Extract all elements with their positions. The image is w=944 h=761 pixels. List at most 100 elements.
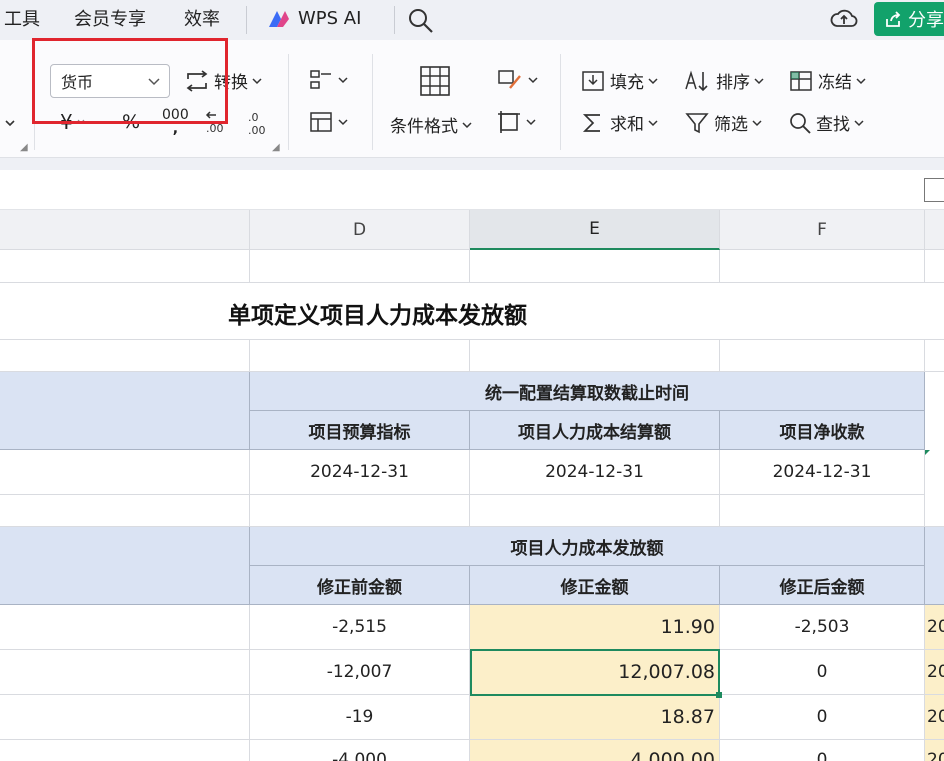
formula-expand-icon[interactable] <box>924 178 944 202</box>
ribbon-divider <box>288 54 289 150</box>
sum-button[interactable]: 求和 <box>580 110 658 135</box>
date-cell-settlement[interactable]: 2024-12-31 <box>470 450 720 495</box>
chevron-down-icon <box>462 121 472 128</box>
adjust-amount-cell[interactable]: 11.90 <box>470 605 720 650</box>
grid-cell[interactable] <box>0 495 250 527</box>
grid-cell[interactable] <box>0 650 250 695</box>
chevron-down-icon[interactable] <box>4 118 16 128</box>
header-payout-group[interactable]: 项目人力成本发放额 <box>250 527 925 566</box>
comma-glyph: , <box>172 121 179 137</box>
grid-cell[interactable] <box>470 250 720 283</box>
menu-divider <box>394 6 395 34</box>
grid-cell[interactable] <box>250 340 470 372</box>
search-icon <box>790 112 811 134</box>
after-amount-cell[interactable]: -2,503 <box>720 605 925 650</box>
wps-ai-button[interactable]: WPS AI <box>268 8 361 29</box>
date-cell-net-receipt[interactable]: 2024-12-31 <box>720 450 925 495</box>
fill-handle[interactable] <box>716 692 722 698</box>
grid-cell[interactable] <box>925 495 944 527</box>
chevron-down-icon <box>648 77 658 84</box>
header-budget[interactable]: 项目预算指标 <box>250 411 470 450</box>
menu-efficiency[interactable]: 效率 <box>184 8 220 32</box>
sigma-icon <box>582 113 600 132</box>
column-header-e[interactable]: E <box>470 210 720 250</box>
grid-cell[interactable] <box>925 340 944 372</box>
grid-cell[interactable] <box>720 340 925 372</box>
menu-bar: 工具 会员专享 效率 WPS AI 分享 <box>0 0 944 40</box>
sort-button[interactable]: 排序 <box>684 68 764 93</box>
table-style-button[interactable] <box>308 110 348 134</box>
svg-text:.0: .0 <box>248 111 259 124</box>
fill-label: 填充 <box>610 73 644 93</box>
search-icon[interactable] <box>408 8 434 34</box>
date-cell-budget[interactable]: 2024-12-31 <box>250 450 470 495</box>
grid-cell[interactable] <box>0 340 250 372</box>
grid-cell[interactable] <box>0 250 250 283</box>
before-amount-cell[interactable]: -2,515 <box>250 605 470 650</box>
share-icon <box>886 11 901 27</box>
header-cell-blank[interactable] <box>0 527 250 605</box>
cell-style-button[interactable] <box>308 68 348 92</box>
grid-cell[interactable] <box>925 250 944 283</box>
date-cell-partial[interactable]: 20 <box>925 695 944 740</box>
menu-tools[interactable]: 工具 <box>4 8 40 32</box>
column-header-c[interactable] <box>0 210 250 250</box>
table-style-icon <box>310 112 332 132</box>
menu-divider <box>246 6 247 34</box>
after-amount-cell[interactable]: 0 <box>720 740 925 761</box>
share-label: 分享 <box>908 10 944 31</box>
column-header-g[interactable] <box>925 210 944 250</box>
before-amount-cell[interactable]: -12,007 <box>250 650 470 695</box>
format-painter-button[interactable] <box>496 68 538 92</box>
adjust-amount-cell[interactable]: 4,000.00 <box>470 740 720 761</box>
freeze-button[interactable]: 冻结 <box>788 68 866 93</box>
share-button[interactable]: 分享 <box>874 2 944 36</box>
column-header-f[interactable]: F <box>720 210 925 250</box>
border-icon <box>498 111 520 133</box>
fill-button[interactable]: 填充 <box>580 68 658 93</box>
ribbon-divider <box>372 54 373 150</box>
grid-cell[interactable] <box>0 605 250 650</box>
sum-label: 求和 <box>610 115 644 135</box>
chevron-down-icon <box>528 77 538 84</box>
column-header-bar: D E F <box>0 210 944 250</box>
grid-cell[interactable] <box>470 495 720 527</box>
header-after-amount[interactable]: 修正后金额 <box>720 566 925 605</box>
grid-cell[interactable] <box>720 495 925 527</box>
date-cell-partial[interactable]: 20 <box>925 740 944 761</box>
grid-cell[interactable] <box>470 340 720 372</box>
header-cell-blank[interactable] <box>925 527 944 605</box>
wps-ai-logo-icon <box>269 10 289 27</box>
before-amount-cell[interactable]: -19 <box>250 695 470 740</box>
dialog-launcher-icon[interactable]: ◢ <box>272 142 280 153</box>
date-cell-partial[interactable]: 20 <box>925 605 944 650</box>
dialog-launcher-icon[interactable]: ◢ <box>20 142 28 153</box>
grid-cell[interactable] <box>250 250 470 283</box>
grid-cell[interactable] <box>0 450 250 495</box>
before-amount-cell[interactable]: -4,000 <box>250 740 470 761</box>
sheet-title: 单项定义项目人力成本发放额 <box>228 303 527 329</box>
cloud-upload-icon[interactable] <box>830 6 858 32</box>
grid-cell[interactable] <box>0 695 250 740</box>
conditional-format-button[interactable]: 条件格式 <box>390 112 472 137</box>
header-cell-blank[interactable] <box>0 372 250 450</box>
grid-cell[interactable] <box>0 740 250 761</box>
header-cutoff-group[interactable]: 统一配置结算取数截止时间 <box>250 372 925 411</box>
find-button[interactable]: 查找 <box>788 110 864 135</box>
header-net-receipt[interactable]: 项目净收款 <box>720 411 925 450</box>
menu-member[interactable]: 会员专享 <box>74 8 146 32</box>
grid-cell[interactable] <box>250 495 470 527</box>
header-adjust-amount[interactable]: 修正金额 <box>470 566 720 605</box>
conditional-format-icon[interactable] <box>418 64 452 98</box>
date-cell-partial[interactable]: 20 <box>925 650 944 695</box>
header-settlement[interactable]: 项目人力成本结算额 <box>470 411 720 450</box>
column-header-d[interactable]: D <box>250 210 470 250</box>
grid-cell[interactable] <box>720 250 925 283</box>
adjust-amount-cell[interactable]: 18.87 <box>470 695 720 740</box>
after-amount-cell[interactable]: 0 <box>720 695 925 740</box>
header-before-amount[interactable]: 修正前金额 <box>250 566 470 605</box>
border-button[interactable] <box>496 110 536 134</box>
after-amount-cell[interactable]: 0 <box>720 650 925 695</box>
increase-decimal-icon[interactable]: .0 .00 <box>246 110 272 136</box>
filter-button[interactable]: 筛选 <box>684 110 762 135</box>
